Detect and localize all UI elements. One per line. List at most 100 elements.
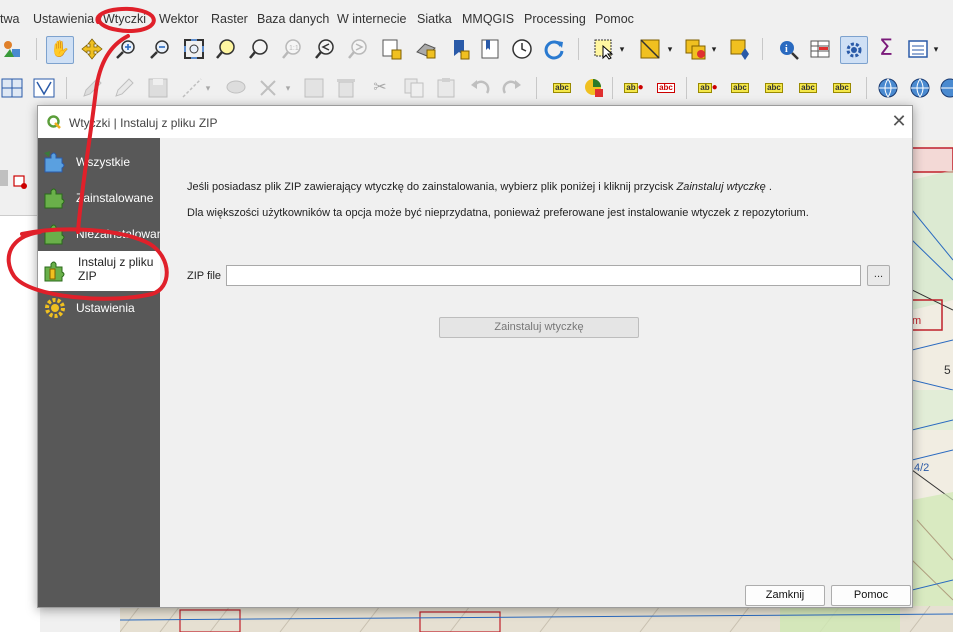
puzzle-all-icon — [44, 151, 65, 173]
install-plugin-button[interactable]: Zainstaluj wtyczkę — [439, 317, 639, 338]
layer-style-icon[interactable] — [0, 37, 24, 61]
chevron-down-icon[interactable]: ▾ — [708, 37, 720, 61]
measure-icon[interactable] — [906, 37, 930, 61]
info-text-emphasis: Zainstaluj wtyczkę — [676, 181, 766, 193]
show-hide-labels-icon[interactable]: abc — [652, 76, 680, 100]
deselect-features-icon[interactable] — [684, 37, 708, 61]
paste-icon[interactable] — [434, 76, 458, 100]
dialog-title: Wtyczki | Instaluj z pliku ZIP — [69, 116, 218, 130]
globe-wfs-icon[interactable] — [938, 76, 953, 100]
select-location-icon[interactable] — [728, 37, 752, 61]
map-label: 5 — [944, 363, 951, 377]
layers-panel-toolbar — [0, 140, 40, 216]
help-button[interactable]: Pomoc — [831, 585, 911, 606]
zoom-to-selection-icon[interactable] — [214, 37, 238, 61]
sidebar-item-niezainstalowane[interactable]: Niezainstalowane — [38, 216, 160, 252]
chevron-down-icon[interactable]: ▾ — [616, 37, 628, 61]
toolbar-separator — [866, 77, 867, 99]
new-map-view-icon[interactable] — [380, 37, 404, 61]
menu-item-pomoc[interactable]: Pomoc — [595, 12, 634, 26]
toggle-editing-icon[interactable] — [112, 76, 136, 100]
zoom-next-icon[interactable] — [346, 37, 370, 61]
menu-item-w-internecie[interactable]: W internecie — [337, 12, 406, 26]
toolbar-separator — [536, 77, 537, 99]
delete-selected-icon[interactable] — [334, 76, 358, 100]
undo-icon[interactable] — [468, 76, 492, 100]
temporal-clock-icon[interactable] — [510, 37, 534, 61]
layer-grid-icon[interactable] — [0, 76, 24, 100]
copy-icon[interactable] — [402, 76, 426, 100]
menu-item-processing[interactable]: Processing — [524, 12, 586, 26]
menu-item-mmqgis[interactable]: MMQGIS — [462, 12, 514, 26]
rotate-label-icon[interactable]: abc — [760, 76, 788, 100]
attribute-table-icon[interactable] — [808, 37, 832, 61]
redo-icon[interactable] — [500, 76, 524, 100]
pan-hand-icon[interactable]: ✋ — [46, 36, 74, 64]
menu-item-wtyczki[interactable]: Wtyczki — [103, 12, 146, 26]
menu-item-ustawienia[interactable]: Ustawienia — [33, 12, 94, 26]
show-labels-eye-icon[interactable]: abc — [726, 76, 754, 100]
new-3d-view-icon[interactable] — [414, 37, 438, 61]
refresh-icon[interactable] — [542, 37, 566, 61]
bookmark-new-icon[interactable] — [448, 37, 472, 61]
close-icon[interactable]: ✕ — [889, 112, 909, 132]
digitize-line-icon[interactable] — [180, 76, 204, 100]
puzzle-zip-icon — [44, 261, 65, 282]
zoom-full-icon[interactable] — [182, 37, 206, 61]
labels-abc-icon[interactable]: abc — [548, 76, 576, 100]
pin-labels-icon[interactable]: ab ● — [620, 76, 648, 100]
zoom-out-icon[interactable] — [148, 37, 172, 61]
chevron-down-icon[interactable]: ▾ — [202, 76, 214, 100]
toolbar-digitizing: ▾ ▾ ✂ abc ab ● abc ab ● abc abc abc abc — [0, 71, 953, 105]
layers-panel-background — [0, 140, 40, 632]
attribute-edit-icon[interactable] — [302, 76, 326, 100]
sidebar-item-wszystkie[interactable]: Wszystkie — [38, 144, 160, 180]
zoom-native-icon[interactable]: 1:1 — [280, 37, 304, 61]
globe-add-icon[interactable] — [876, 76, 900, 100]
sidebar-item-zainstalowane[interactable]: Zainstalowane — [38, 180, 160, 216]
menu-item-baza-danych[interactable]: Baza danych — [257, 12, 329, 26]
chevron-down-icon[interactable]: ▾ — [664, 37, 676, 61]
move-label-icon[interactable]: ab ● — [694, 76, 722, 100]
chevron-down-icon[interactable]: ▾ — [282, 76, 294, 100]
toolbar-separator — [612, 77, 613, 99]
menu-item-wektor[interactable]: Wektor — [159, 12, 198, 26]
zoom-to-layer-icon[interactable] — [247, 37, 271, 61]
save-edits-icon[interactable] — [146, 76, 170, 100]
globe-wms-icon[interactable] — [908, 76, 932, 100]
gear-settings-icon — [45, 298, 65, 318]
vertex-tool-icon[interactable] — [32, 76, 56, 100]
edit-label-icon[interactable]: abc — [828, 76, 856, 100]
sidebar-item-instaluj-zip[interactable]: Instaluj z pliku ZIP — [38, 251, 160, 291]
select-by-value-icon[interactable] — [638, 37, 662, 61]
svg-text:i: i — [785, 44, 788, 55]
sum-icon[interactable]: Σ — [874, 37, 898, 61]
close-button[interactable]: Zamknij — [745, 585, 825, 606]
chevron-down-icon[interactable]: ▾ — [930, 37, 942, 61]
sidebar-item-ustawienia[interactable]: Ustawienia — [38, 290, 160, 326]
menu-item-twa[interactable]: twa — [0, 12, 19, 26]
browse-button[interactable]: ... — [867, 265, 890, 286]
cut-icon[interactable]: ✂ — [368, 76, 392, 100]
zoom-in-icon[interactable] — [114, 37, 138, 61]
zip-file-input[interactable] — [226, 265, 861, 286]
bookmarks-icon[interactable] — [478, 37, 502, 61]
add-feature-icon[interactable] — [224, 76, 248, 100]
info-text-line2: Dla większości użytkowników ta opcja moż… — [187, 207, 809, 219]
zoom-last-icon[interactable] — [313, 37, 337, 61]
dialog-titlebar[interactable]: Wtyczki | Instaluj z pliku ZIP ✕ — [38, 106, 912, 138]
move-feature-icon[interactable] — [256, 76, 280, 100]
change-label-icon[interactable]: abc — [794, 76, 822, 100]
sidebar-item-label: Niezainstalowane — [76, 227, 160, 241]
edits-pencil-icon[interactable] — [80, 76, 104, 100]
diagram-icon[interactable] — [582, 76, 606, 100]
map-canvas[interactable]: m 5 4/2 — [912, 140, 953, 632]
menu-item-raster[interactable]: Raster — [211, 12, 248, 26]
gear-icon[interactable] — [840, 36, 868, 64]
map-canvas-bottom[interactable] — [120, 606, 953, 632]
identify-icon[interactable]: i — [776, 37, 800, 61]
select-features-icon[interactable] — [592, 37, 616, 61]
menu-item-siatka[interactable]: Siatka — [417, 12, 452, 26]
svg-text:1:1: 1:1 — [289, 45, 299, 52]
pan-to-selection-icon[interactable] — [80, 37, 104, 61]
